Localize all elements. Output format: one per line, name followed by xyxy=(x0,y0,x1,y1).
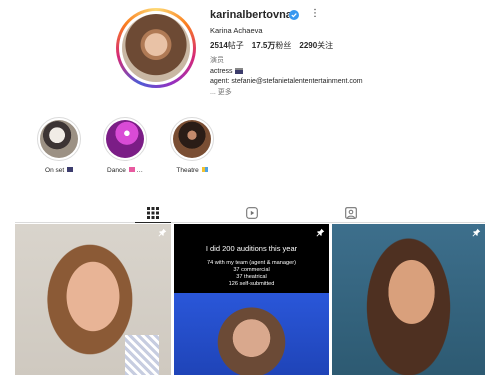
tab-reels[interactable] xyxy=(246,206,258,219)
highlight-label: Theatre xyxy=(176,167,199,174)
clapperboard-icon xyxy=(66,167,73,172)
highlight-label: Dance xyxy=(107,167,126,174)
post-photo xyxy=(174,293,329,375)
post-thumbnail-1[interactable] xyxy=(15,224,171,375)
bio-email[interactable]: agent: stefanie@stefanietalententertainm… xyxy=(210,77,363,88)
pin-icon xyxy=(472,228,481,237)
post-text-line: 37 commercial xyxy=(233,267,270,273)
highlight-cover xyxy=(173,120,211,158)
following-count[interactable]: 2290关注 xyxy=(299,40,333,51)
pin-icon xyxy=(316,228,325,237)
highlight-label: On set xyxy=(45,167,65,174)
highlight-dance[interactable]: Dance … xyxy=(102,117,148,174)
highlight-on-set[interactable]: On set xyxy=(36,117,82,174)
reels-icon xyxy=(246,207,258,219)
followers-count[interactable]: 17.5万粉丝 xyxy=(252,40,292,51)
avatar-photo xyxy=(122,14,190,82)
ballet-shoes-icon xyxy=(128,167,135,172)
highlight-theatre[interactable]: Theatre xyxy=(169,117,215,174)
post-text-line: 37 theatrical xyxy=(236,274,267,280)
post-text-line: 126 self-submitted xyxy=(228,281,275,287)
tab-divider xyxy=(15,222,485,223)
posts-count[interactable]: 2514帖子 xyxy=(210,40,244,51)
grid-icon xyxy=(147,207,159,219)
clapperboard-icon xyxy=(234,67,243,74)
pin-icon xyxy=(158,228,167,237)
bio-category: 演员 xyxy=(210,57,224,64)
more-options-icon[interactable]: ⋮ xyxy=(310,9,320,19)
post-text-title: I did 200 auditions this year xyxy=(205,244,298,253)
profile-stats: 2514帖子 17.5万粉丝 2290关注 xyxy=(210,40,333,51)
bio-more-link[interactable]: ... 更多 xyxy=(210,88,363,99)
tab-posts[interactable] xyxy=(135,206,171,223)
post-photo-detail xyxy=(125,335,159,375)
post-thumbnail-3[interactable] xyxy=(332,224,485,375)
highlight-cover xyxy=(40,120,78,158)
highlight-cover xyxy=(106,120,144,158)
bio-line-1: actress xyxy=(210,67,233,75)
verified-badge-icon xyxy=(289,10,299,20)
post-text-line: 74 with my team (agent & manager) xyxy=(207,260,296,266)
bio: 演员 actress agent: stefanie@stefanietalen… xyxy=(210,56,363,98)
profile-avatar[interactable] xyxy=(116,8,196,88)
theatre-masks-icon xyxy=(201,167,208,172)
tab-tagged[interactable] xyxy=(345,206,357,219)
full-name: Karina Achaeva xyxy=(210,26,263,35)
tagged-icon xyxy=(345,207,357,219)
post-thumbnail-2[interactable]: I did 200 auditions this year 74 with my… xyxy=(174,224,329,375)
username: karinalbertovna xyxy=(210,9,292,21)
